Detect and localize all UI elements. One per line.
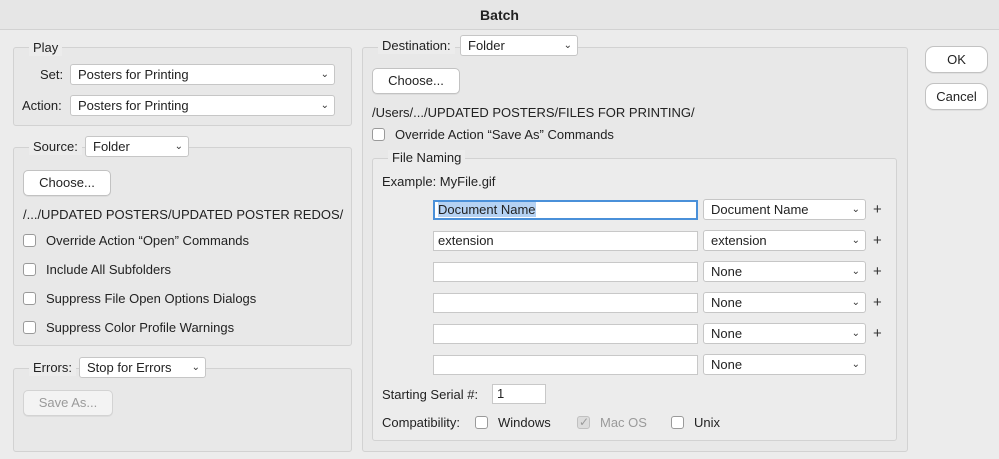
naming-field-2-value: extension bbox=[438, 233, 494, 248]
file-naming-legend: File Naming bbox=[388, 150, 466, 166]
source-label: Source: bbox=[29, 139, 82, 155]
naming-select-6-value: None bbox=[711, 357, 743, 372]
chevron-down-icon: ⌄ bbox=[563, 40, 572, 51]
destination-choose-button[interactable]: Choose... bbox=[372, 68, 460, 94]
window-title: Batch bbox=[480, 7, 519, 23]
source-path: /.../UPDATED POSTERS/UPDATED POSTER REDO… bbox=[23, 207, 344, 222]
override-open-checkbox[interactable] bbox=[23, 234, 36, 247]
naming-select-2[interactable]: extension ⌄ bbox=[703, 230, 866, 251]
action-select-value: Posters for Printing bbox=[78, 98, 189, 113]
include-subfolders-option[interactable]: Include All Subfolders bbox=[23, 262, 171, 278]
starting-serial-input[interactable]: 1 bbox=[492, 384, 546, 404]
compat-macos-checkbox: ✓ bbox=[577, 415, 590, 429]
checkmark-icon: ✓ bbox=[579, 415, 590, 429]
source-choose-button[interactable]: Choose... bbox=[23, 170, 111, 196]
compat-unix-checkbox[interactable] bbox=[671, 416, 684, 429]
file-naming-example: Example: MyFile.gif bbox=[382, 174, 496, 189]
plus-icon[interactable]: + bbox=[873, 295, 882, 311]
destination-select[interactable]: Folder ⌄ bbox=[460, 35, 578, 56]
include-subfolders-checkbox[interactable] bbox=[23, 263, 36, 276]
action-label: Action: bbox=[22, 98, 62, 113]
override-save-as-label: Override Action “Save As” Commands bbox=[395, 127, 614, 142]
suppress-color-profile-label: Suppress Color Profile Warnings bbox=[46, 320, 235, 335]
plus-icon[interactable]: + bbox=[873, 202, 882, 218]
override-open-option[interactable]: Override Action “Open” Commands bbox=[23, 233, 249, 249]
compatibility-label: Compatibility: bbox=[382, 415, 461, 430]
naming-field-6[interactable] bbox=[433, 355, 698, 375]
plus-icon[interactable]: + bbox=[873, 326, 882, 342]
save-as-button[interactable]: Save As... bbox=[23, 390, 113, 416]
window-title-bar: Batch bbox=[0, 0, 999, 30]
destination-label: Destination: bbox=[378, 38, 455, 54]
set-select-value: Posters for Printing bbox=[78, 67, 189, 82]
destination-select-value: Folder bbox=[468, 38, 505, 53]
chevron-down-icon: ⌄ bbox=[851, 235, 860, 246]
cancel-button[interactable]: Cancel bbox=[925, 83, 988, 110]
set-label: Set: bbox=[40, 67, 64, 82]
naming-select-5[interactable]: None ⌄ bbox=[703, 323, 866, 344]
naming-select-3[interactable]: None ⌄ bbox=[703, 261, 866, 282]
compat-unix-label: Unix bbox=[694, 415, 721, 430]
errors-label: Errors: bbox=[29, 360, 76, 376]
compat-macos-option: ✓ Mac OS bbox=[577, 415, 647, 431]
compat-windows-checkbox[interactable] bbox=[475, 416, 488, 429]
suppress-file-open-checkbox[interactable] bbox=[23, 292, 36, 305]
naming-field-1[interactable]: Document Name bbox=[433, 200, 698, 220]
override-save-as-checkbox[interactable] bbox=[372, 128, 385, 141]
naming-field-1-value: Document Name bbox=[438, 202, 536, 217]
chevron-down-icon: ⌄ bbox=[851, 266, 860, 277]
naming-field-3[interactable] bbox=[433, 262, 698, 282]
plus-icon[interactable]: + bbox=[873, 233, 882, 249]
suppress-file-open-option[interactable]: Suppress File Open Options Dialogs bbox=[23, 291, 256, 307]
compat-windows-option[interactable]: Windows bbox=[475, 415, 551, 431]
set-select[interactable]: Posters for Printing ⌄ bbox=[70, 64, 335, 85]
chevron-down-icon: ⌄ bbox=[851, 204, 860, 215]
plus-icon[interactable]: + bbox=[873, 264, 882, 280]
naming-field-5[interactable] bbox=[433, 324, 698, 344]
naming-field-2[interactable]: extension bbox=[433, 231, 698, 251]
override-save-as-option[interactable]: Override Action “Save As” Commands bbox=[372, 127, 614, 143]
naming-select-4[interactable]: None ⌄ bbox=[703, 292, 866, 313]
chevron-down-icon: ⌄ bbox=[851, 328, 860, 339]
chevron-down-icon: ⌄ bbox=[320, 69, 329, 80]
errors-select-value: Stop for Errors bbox=[87, 360, 172, 375]
naming-select-4-value: None bbox=[711, 295, 743, 310]
naming-select-2-value: extension bbox=[711, 233, 767, 248]
compat-macos-label: Mac OS bbox=[600, 415, 647, 430]
action-select[interactable]: Posters for Printing ⌄ bbox=[70, 95, 335, 116]
suppress-color-profile-option[interactable]: Suppress Color Profile Warnings bbox=[23, 320, 234, 336]
play-legend: Play bbox=[29, 40, 63, 56]
naming-select-1[interactable]: Document Name ⌄ bbox=[703, 199, 866, 220]
naming-field-4[interactable] bbox=[433, 293, 698, 313]
chevron-down-icon: ⌄ bbox=[191, 362, 200, 373]
destination-path: /Users/.../UPDATED POSTERS/FILES FOR PRI… bbox=[372, 105, 695, 120]
override-open-label: Override Action “Open” Commands bbox=[46, 233, 250, 248]
chevron-down-icon: ⌄ bbox=[851, 297, 860, 308]
naming-select-3-value: None bbox=[711, 264, 743, 279]
starting-serial-value: 1 bbox=[497, 386, 505, 401]
naming-select-5-value: None bbox=[711, 326, 743, 341]
include-subfolders-label: Include All Subfolders bbox=[46, 262, 172, 277]
compat-unix-option[interactable]: Unix bbox=[671, 415, 720, 431]
suppress-color-profile-checkbox[interactable] bbox=[23, 321, 36, 334]
errors-select[interactable]: Stop for Errors ⌄ bbox=[79, 357, 206, 378]
dialog-content: Play Set: Posters for Printing ⌄ Action:… bbox=[0, 31, 999, 459]
ok-button[interactable]: OK bbox=[925, 46, 988, 73]
source-select-value: Folder bbox=[93, 139, 130, 154]
chevron-down-icon: ⌄ bbox=[851, 359, 860, 370]
suppress-file-open-label: Suppress File Open Options Dialogs bbox=[46, 291, 257, 306]
starting-serial-label: Starting Serial #: bbox=[382, 387, 479, 402]
compat-windows-label: Windows bbox=[498, 415, 551, 430]
naming-select-6[interactable]: None ⌄ bbox=[703, 354, 866, 375]
chevron-down-icon: ⌄ bbox=[320, 100, 329, 111]
source-select[interactable]: Folder ⌄ bbox=[85, 136, 189, 157]
naming-select-1-value: Document Name bbox=[711, 202, 809, 217]
chevron-down-icon: ⌄ bbox=[174, 141, 183, 152]
